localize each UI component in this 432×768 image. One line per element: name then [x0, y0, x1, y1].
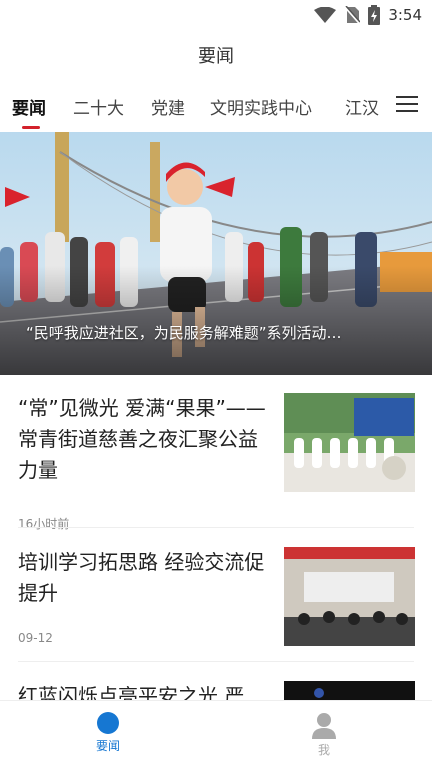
divider [18, 661, 414, 662]
hero-caption: “民呼我应进社区，为民服务解难题”系列活动… [26, 324, 342, 342]
status-bar: 3:54 [0, 0, 432, 32]
bottom-nav: 要闻 我 [0, 700, 432, 768]
menu-icon[interactable] [396, 96, 418, 114]
active-tab-indicator [22, 126, 40, 129]
news-thumbnail [284, 393, 415, 492]
hero-banner[interactable]: “民呼我应进社区，为民服务解难题”系列活动… [0, 132, 432, 375]
news-thumbnail [284, 547, 415, 646]
news-thumbnail [284, 681, 415, 700]
news-time: 16小时前 [18, 517, 70, 531]
news-time: 09-12 [18, 631, 53, 645]
page-title: 要闻 [198, 46, 234, 67]
news-title: 培训学习拓思路 经验交流促提升 [18, 550, 265, 605]
status-time: 3:54 [388, 6, 422, 24]
nav-label: 要闻 [95, 739, 120, 753]
channel-tabs: 要闻 二十大 党建 文明实践中心 江汉 [0, 90, 432, 130]
divider [18, 527, 414, 528]
no-sim-icon [344, 6, 361, 24]
status-icons: 3:54 [314, 4, 422, 26]
news-icon [97, 712, 119, 734]
wifi-icon [314, 7, 337, 23]
news-title: “常”见微光 爱满“果果”——常青街道慈善之夜汇聚公益力量 [18, 396, 266, 482]
tab-jianghan[interactable]: 江汉 [345, 94, 379, 119]
news-title: 红蓝闪烁点亮平安之光 严 [18, 684, 245, 700]
nav-yaowen[interactable]: 要闻 [68, 711, 148, 754]
tab-dangjian[interactable]: 党建 [151, 94, 185, 119]
tab-yaowen[interactable]: 要闻 [12, 94, 46, 119]
tab-wenming[interactable]: 文明实践中心 [210, 94, 312, 119]
tab-ershida[interactable]: 二十大 [73, 94, 124, 119]
user-icon [312, 713, 336, 739]
nav-label: 我 [317, 743, 330, 757]
battery-charging-icon [368, 5, 381, 25]
nav-me[interactable]: 我 [284, 711, 364, 758]
